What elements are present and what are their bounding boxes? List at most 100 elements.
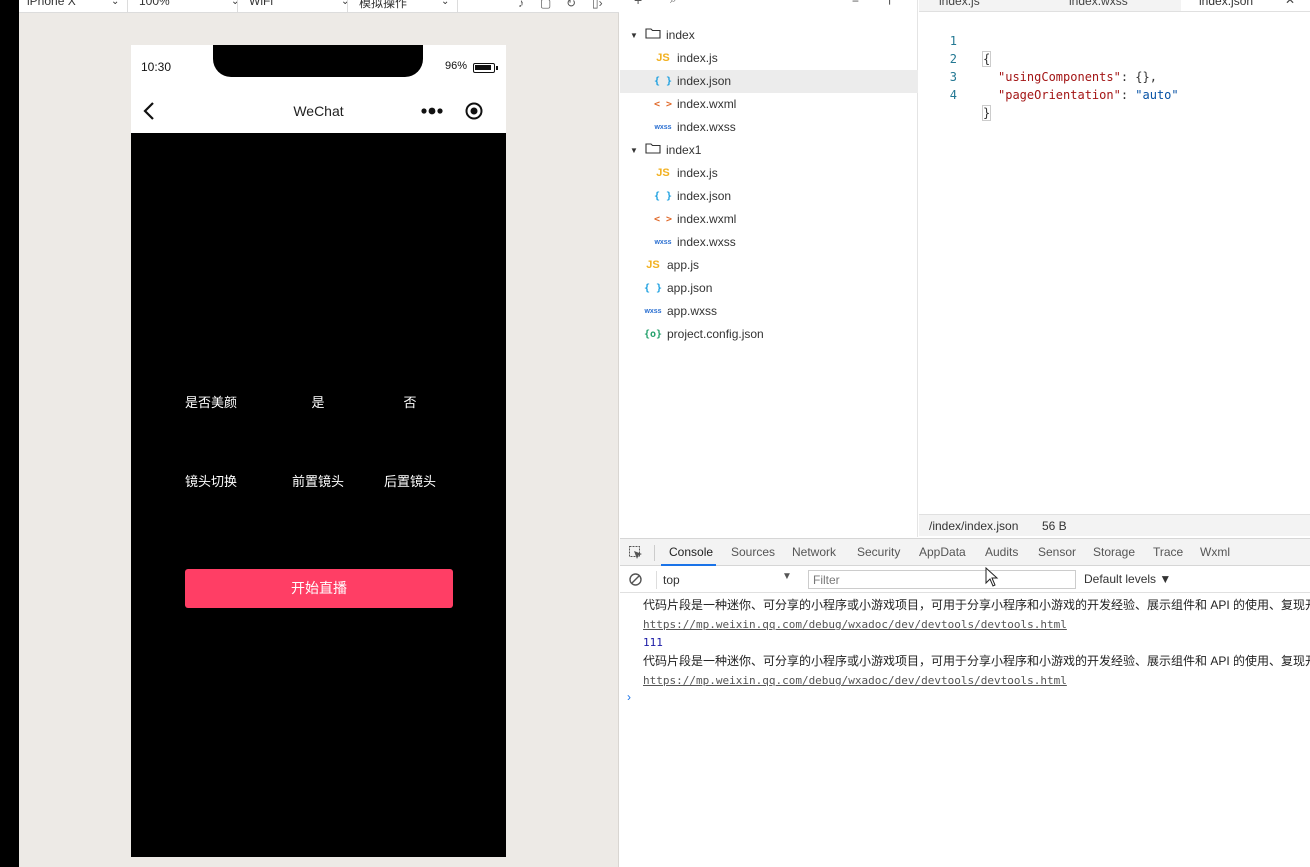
- context-select[interactable]: top: [656, 571, 796, 589]
- file-tree-panel: + ⌕ ⋯ ≡ ⌈ ▼ index JS index.js { } index.json <…: [620, 0, 918, 537]
- file-path: /index/index.json: [929, 519, 1019, 533]
- add-icon[interactable]: +: [634, 0, 642, 8]
- expand-caret-icon[interactable]: ▼: [628, 24, 640, 47]
- zoom-select[interactable]: 100% ⌄: [139, 0, 239, 12]
- tab-index-wxss[interactable]: index.wxss: [1069, 0, 1128, 8]
- tree-folder[interactable]: ▼ index: [620, 24, 918, 47]
- wxss-file-icon: wxss: [654, 239, 672, 246]
- filter-input[interactable]: [808, 570, 1076, 589]
- split-icon[interactable]: ▯›: [592, 0, 603, 10]
- tree-file[interactable]: JS index.js: [620, 162, 918, 185]
- more-dots-icon[interactable]: [419, 101, 445, 121]
- tree-item-label: app.json: [667, 281, 713, 295]
- expand-caret-icon[interactable]: ▼: [628, 139, 640, 162]
- tab-trace[interactable]: Trace: [1153, 545, 1183, 559]
- tree-file[interactable]: { } index.json: [620, 185, 918, 208]
- tree-folder[interactable]: ▼ index1: [620, 139, 918, 162]
- json-file-icon: { }: [654, 76, 673, 87]
- code-line[interactable]: 1 {: [919, 14, 1310, 67]
- status-time: 10:30: [141, 60, 172, 74]
- tab-security[interactable]: Security: [857, 545, 900, 559]
- code-editor: index.js index.wxss index.json ✕ 1 { 2 "…: [919, 0, 1310, 537]
- tree-file[interactable]: wxss index.wxss: [620, 116, 918, 139]
- tree-file[interactable]: wxss index.wxss: [620, 231, 918, 254]
- console-link[interactable]: https://mp.weixin.qq.com/debug/wxadoc/de…: [643, 618, 1067, 631]
- back-camera-option[interactable]: 后置镜头: [350, 471, 470, 490]
- console-log-line: 111: [643, 633, 1310, 652]
- tree-item-label: index.js: [677, 51, 718, 65]
- js-file-icon: JS: [646, 259, 660, 271]
- code-line[interactable]: 2 "usingComponents": {},: [919, 32, 1310, 84]
- tab-storage[interactable]: Storage: [1093, 545, 1135, 559]
- wechat-navbar: WeChat: [131, 89, 506, 133]
- json-file-icon: { }: [654, 191, 673, 202]
- tab-network[interactable]: Network: [792, 545, 836, 559]
- tree-item-label: index: [666, 28, 695, 42]
- devtools-tabs: Console Sources Network Security AppData…: [620, 539, 1310, 566]
- close-tab-icon[interactable]: ✕: [1285, 0, 1295, 7]
- volume-icon[interactable]: ♪: [518, 0, 524, 10]
- device-select[interactable]: iPhone X ⌄: [27, 0, 127, 12]
- tree-file[interactable]: < > index.wxml: [620, 93, 918, 116]
- tree-file[interactable]: JS app.js: [620, 254, 918, 277]
- tab-index-json[interactable]: index.json: [1199, 0, 1253, 8]
- network-select[interactable]: WiFi ⌄: [249, 0, 349, 12]
- editor-tabs: index.js index.wxss index.json ✕: [919, 0, 1310, 12]
- clear-console-icon[interactable]: [629, 573, 642, 586]
- log-levels-select[interactable]: Default levels ▼: [1084, 572, 1171, 586]
- tab-appdata[interactable]: AppData: [919, 545, 966, 559]
- tree-item-label: index.js: [677, 166, 718, 180]
- copy-icon[interactable]: ▢: [540, 0, 551, 10]
- more-icon[interactable]: ⋯: [816, 0, 828, 6]
- tree-file[interactable]: { } index.json: [620, 70, 918, 93]
- status-bar: 10:30 96%: [131, 45, 506, 89]
- tab-console[interactable]: Console: [669, 545, 713, 559]
- operation-select-label: 模拟操作: [359, 0, 408, 10]
- tree-file[interactable]: < > index.wxml: [620, 208, 918, 231]
- start-live-button[interactable]: 开始直播: [185, 569, 453, 608]
- tab-wxml[interactable]: Wxml: [1200, 545, 1230, 559]
- navbar-title: WeChat: [293, 103, 344, 119]
- tree-file[interactable]: wxss app.wxss: [620, 300, 918, 323]
- code-text: "pageOrientation": "auto": [998, 88, 1179, 102]
- divider: [347, 0, 348, 12]
- code-line[interactable]: 4 }: [919, 68, 1310, 121]
- close-miniprogram-icon[interactable]: [464, 101, 484, 121]
- chevron-down-icon: ⌄: [341, 0, 350, 7]
- console-toolbar: top ▼ Default levels ▼: [620, 567, 1310, 593]
- tree-file[interactable]: { } app.json: [620, 277, 918, 300]
- wxss-file-icon: wxss: [654, 124, 672, 131]
- device-select-label: iPhone X: [27, 0, 76, 8]
- tab-audits[interactable]: Audits: [985, 545, 1018, 559]
- tree-item-label: index.wxml: [677, 212, 737, 226]
- battery-icon: [473, 63, 498, 73]
- wxml-file-icon: < >: [654, 214, 673, 225]
- operation-select[interactable]: 模拟操作 ⌄: [359, 0, 459, 12]
- console-message: 代码片段是一种迷你、可分享的小程序或小游戏项目，可用于分享小程序和小游戏的开发经…: [643, 654, 1310, 668]
- divider: [654, 545, 655, 561]
- code-text: }: [981, 105, 992, 121]
- line-number: 4: [949, 88, 957, 102]
- tree-file[interactable]: JS index.js: [620, 47, 918, 70]
- tree-item-label: index.wxss: [677, 235, 736, 249]
- tree-item-label: index1: [666, 143, 702, 157]
- rotate-icon[interactable]: ↻: [566, 0, 576, 10]
- chevron-down-icon: ⌄: [441, 0, 450, 7]
- console-prompt[interactable]: ›: [627, 690, 631, 704]
- tree-item-label: project.config.json: [667, 327, 764, 341]
- locate-icon[interactable]: ⌈: [888, 0, 893, 6]
- zoom-select-label: 100%: [139, 0, 170, 8]
- tab-index-js[interactable]: index.js: [939, 0, 980, 8]
- tree-file[interactable]: {o} project.config.json: [620, 323, 918, 346]
- tree-item-label: index.json: [677, 74, 732, 88]
- mouse-cursor-icon: [985, 567, 999, 587]
- search-icon[interactable]: ⌕: [670, 0, 677, 7]
- tab-sensor[interactable]: Sensor: [1038, 545, 1076, 559]
- code-line[interactable]: 3 "pageOrientation": "auto": [919, 50, 1310, 102]
- console-link[interactable]: https://mp.weixin.qq.com/debug/wxadoc/de…: [643, 674, 1067, 687]
- inspect-element-icon[interactable]: [629, 546, 643, 560]
- beauty-no-option[interactable]: 否: [350, 392, 470, 411]
- tab-sources[interactable]: Sources: [731, 545, 775, 559]
- collapse-icon[interactable]: ≡: [852, 0, 859, 6]
- divider: [457, 0, 458, 12]
